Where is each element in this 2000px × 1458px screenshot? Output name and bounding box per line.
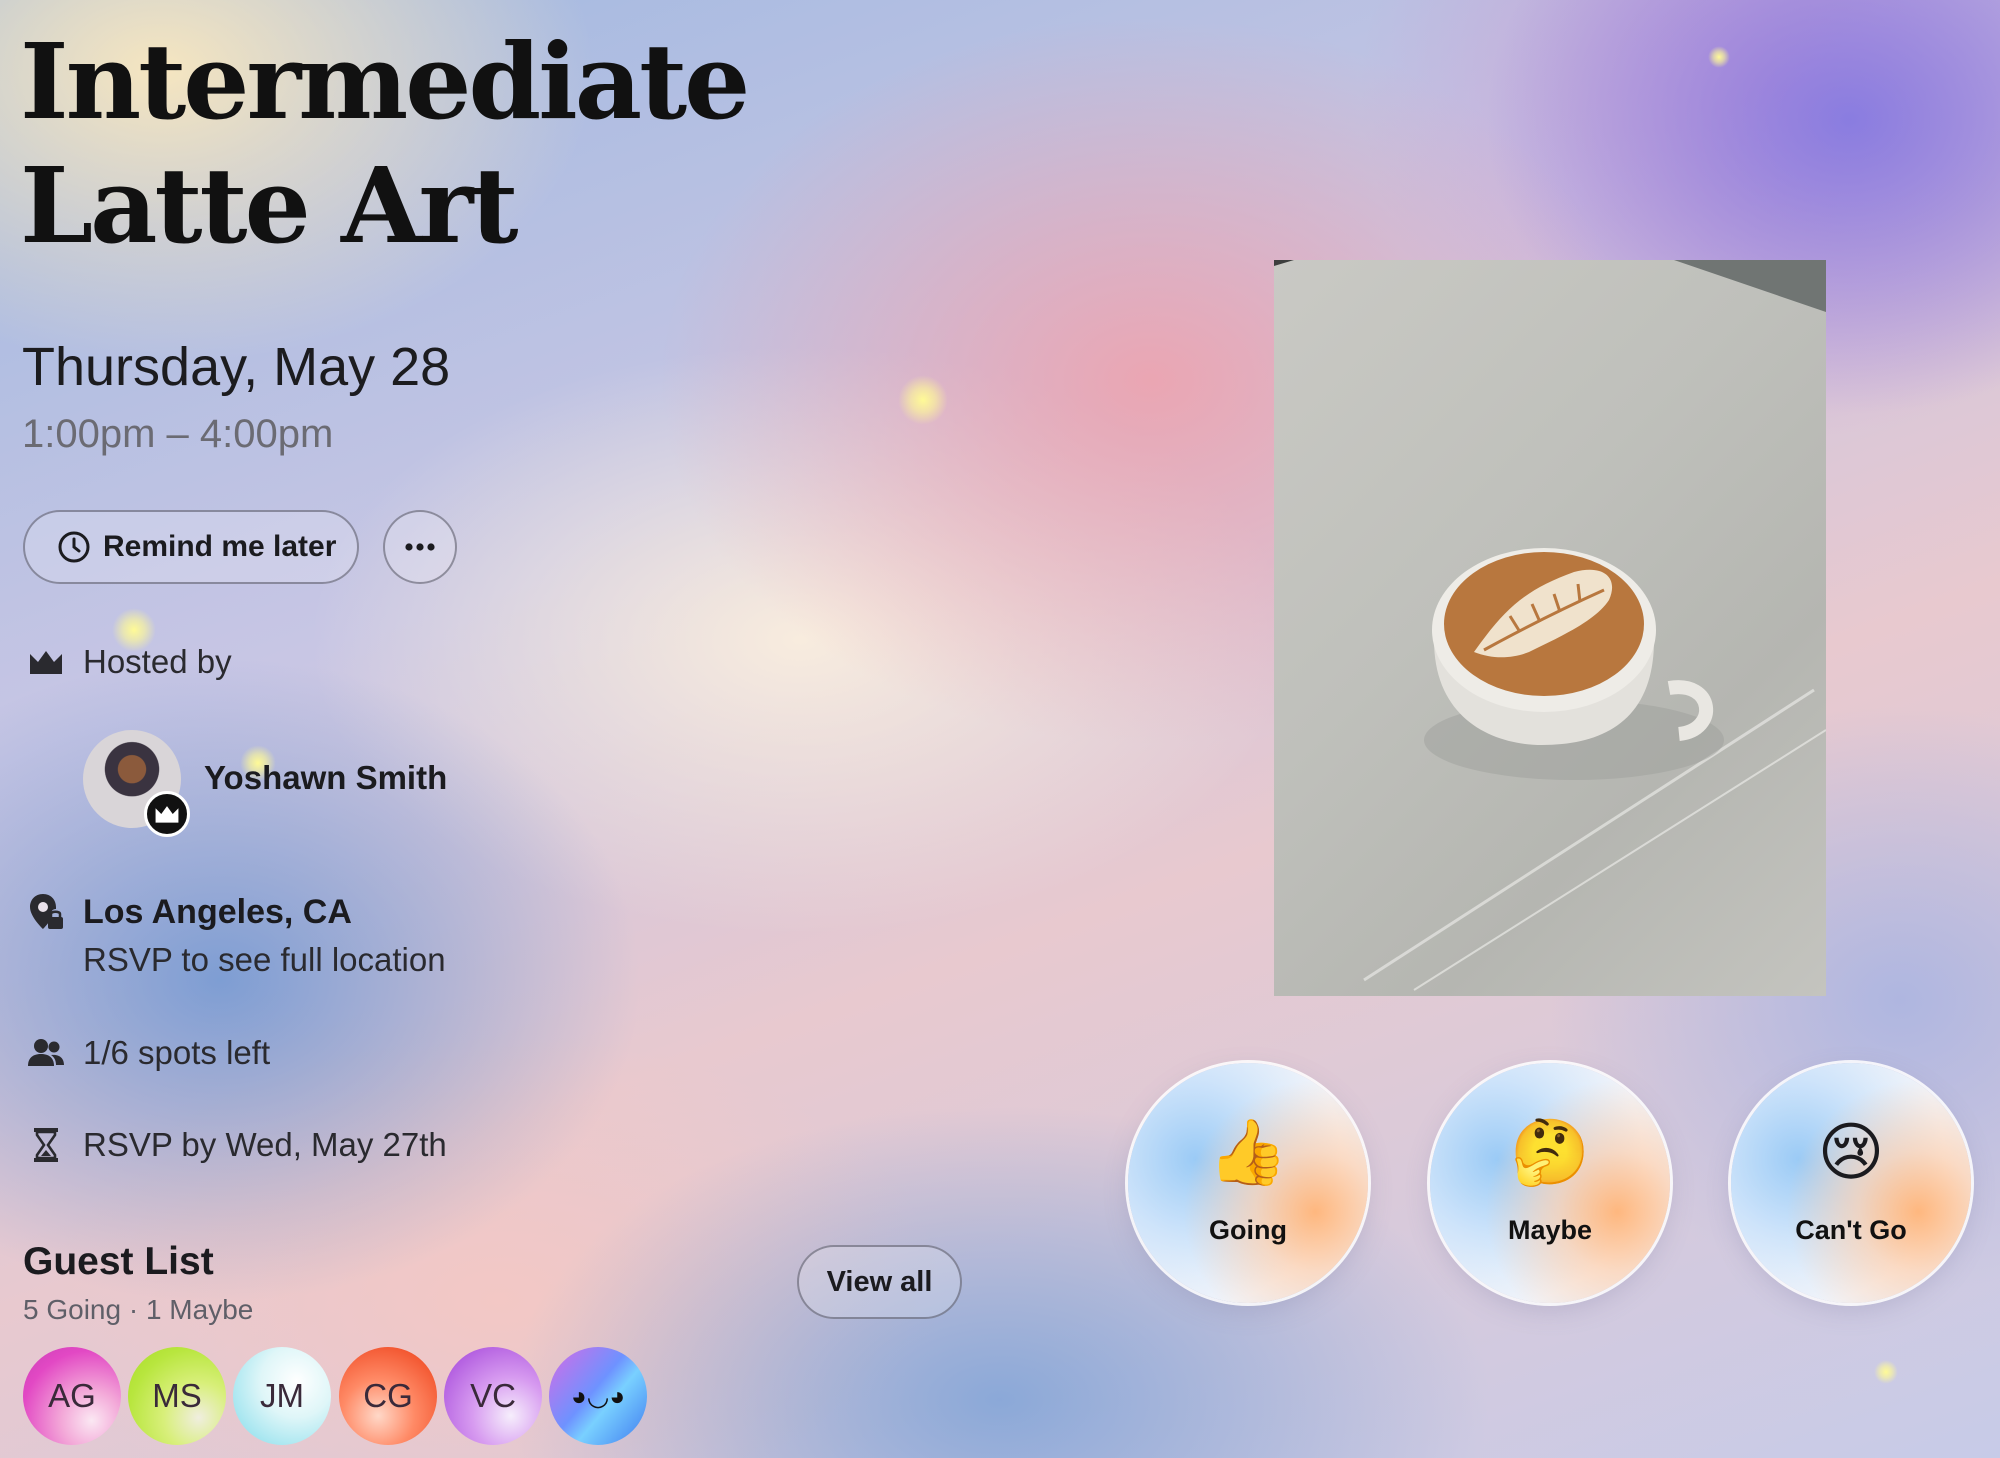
location-lock-icon (26, 892, 66, 932)
spots-left: 1/6 spots left (83, 1034, 271, 1071)
sparkle-decoration (1708, 46, 1730, 68)
guest-avatar[interactable]: JM (233, 1347, 331, 1445)
location-note: RSVP to see full location (83, 941, 446, 978)
event-time: 1:00pm – 4:00pm (22, 412, 334, 456)
rsvp-deadline: RSVP by Wed, May 27th (83, 1126, 447, 1163)
host-crown-badge (144, 791, 190, 837)
rsvp-maybe-button[interactable]: 🤔 Maybe (1430, 1063, 1670, 1303)
view-all-button[interactable]: View all (797, 1245, 962, 1319)
guest-avatar[interactable]: MS (128, 1347, 226, 1445)
host-name[interactable]: Yoshawn Smith (204, 759, 447, 797)
guest-avatar-emoji[interactable]: ◕◡◕ (549, 1347, 647, 1445)
guest-avatar[interactable]: VC (444, 1347, 542, 1445)
location-city: Los Angeles, CA (83, 893, 352, 931)
crying-face-icon: 😢 (1817, 1116, 1885, 1190)
crown-icon (154, 804, 180, 824)
event-photo (1274, 260, 1826, 996)
hourglass-icon (26, 1125, 66, 1165)
guest-avatar[interactable]: AG (23, 1347, 121, 1445)
crown-icon (26, 642, 66, 682)
hosted-by-label: Hosted by (83, 643, 232, 680)
rsvp-cant-go-button[interactable]: 😢 Can't Go (1731, 1063, 1971, 1303)
thumbs-up-icon: 👍 (1208, 1116, 1288, 1190)
rsvp-cant-go-label: Can't Go (1795, 1215, 1907, 1245)
sparkle-decoration (1874, 1360, 1898, 1384)
sparkle-decoration (898, 375, 948, 425)
people-icon (26, 1033, 66, 1073)
remind-me-later-button[interactable]: Remind me later (23, 510, 359, 584)
event-title: Intermediate Latte Art (20, 20, 750, 267)
clock-icon (57, 530, 91, 564)
more-icon (403, 542, 437, 552)
guest-list-title: Guest List (23, 1240, 214, 1283)
rsvp-maybe-label: Maybe (1507, 1215, 1593, 1245)
remind-me-later-label: Remind me later (103, 530, 337, 563)
host-avatar[interactable] (83, 730, 190, 837)
rsvp-going-label: Going (1209, 1215, 1287, 1245)
guest-list-summary: 5 Going · 1 Maybe (23, 1294, 254, 1325)
more-options-button[interactable] (383, 510, 457, 584)
thinking-face-icon: 🤔 (1510, 1116, 1590, 1190)
rsvp-going-button[interactable]: 👍 Going (1128, 1063, 1368, 1303)
guest-avatar[interactable]: CG (339, 1347, 437, 1445)
event-date: Thursday, May 28 (22, 337, 451, 397)
